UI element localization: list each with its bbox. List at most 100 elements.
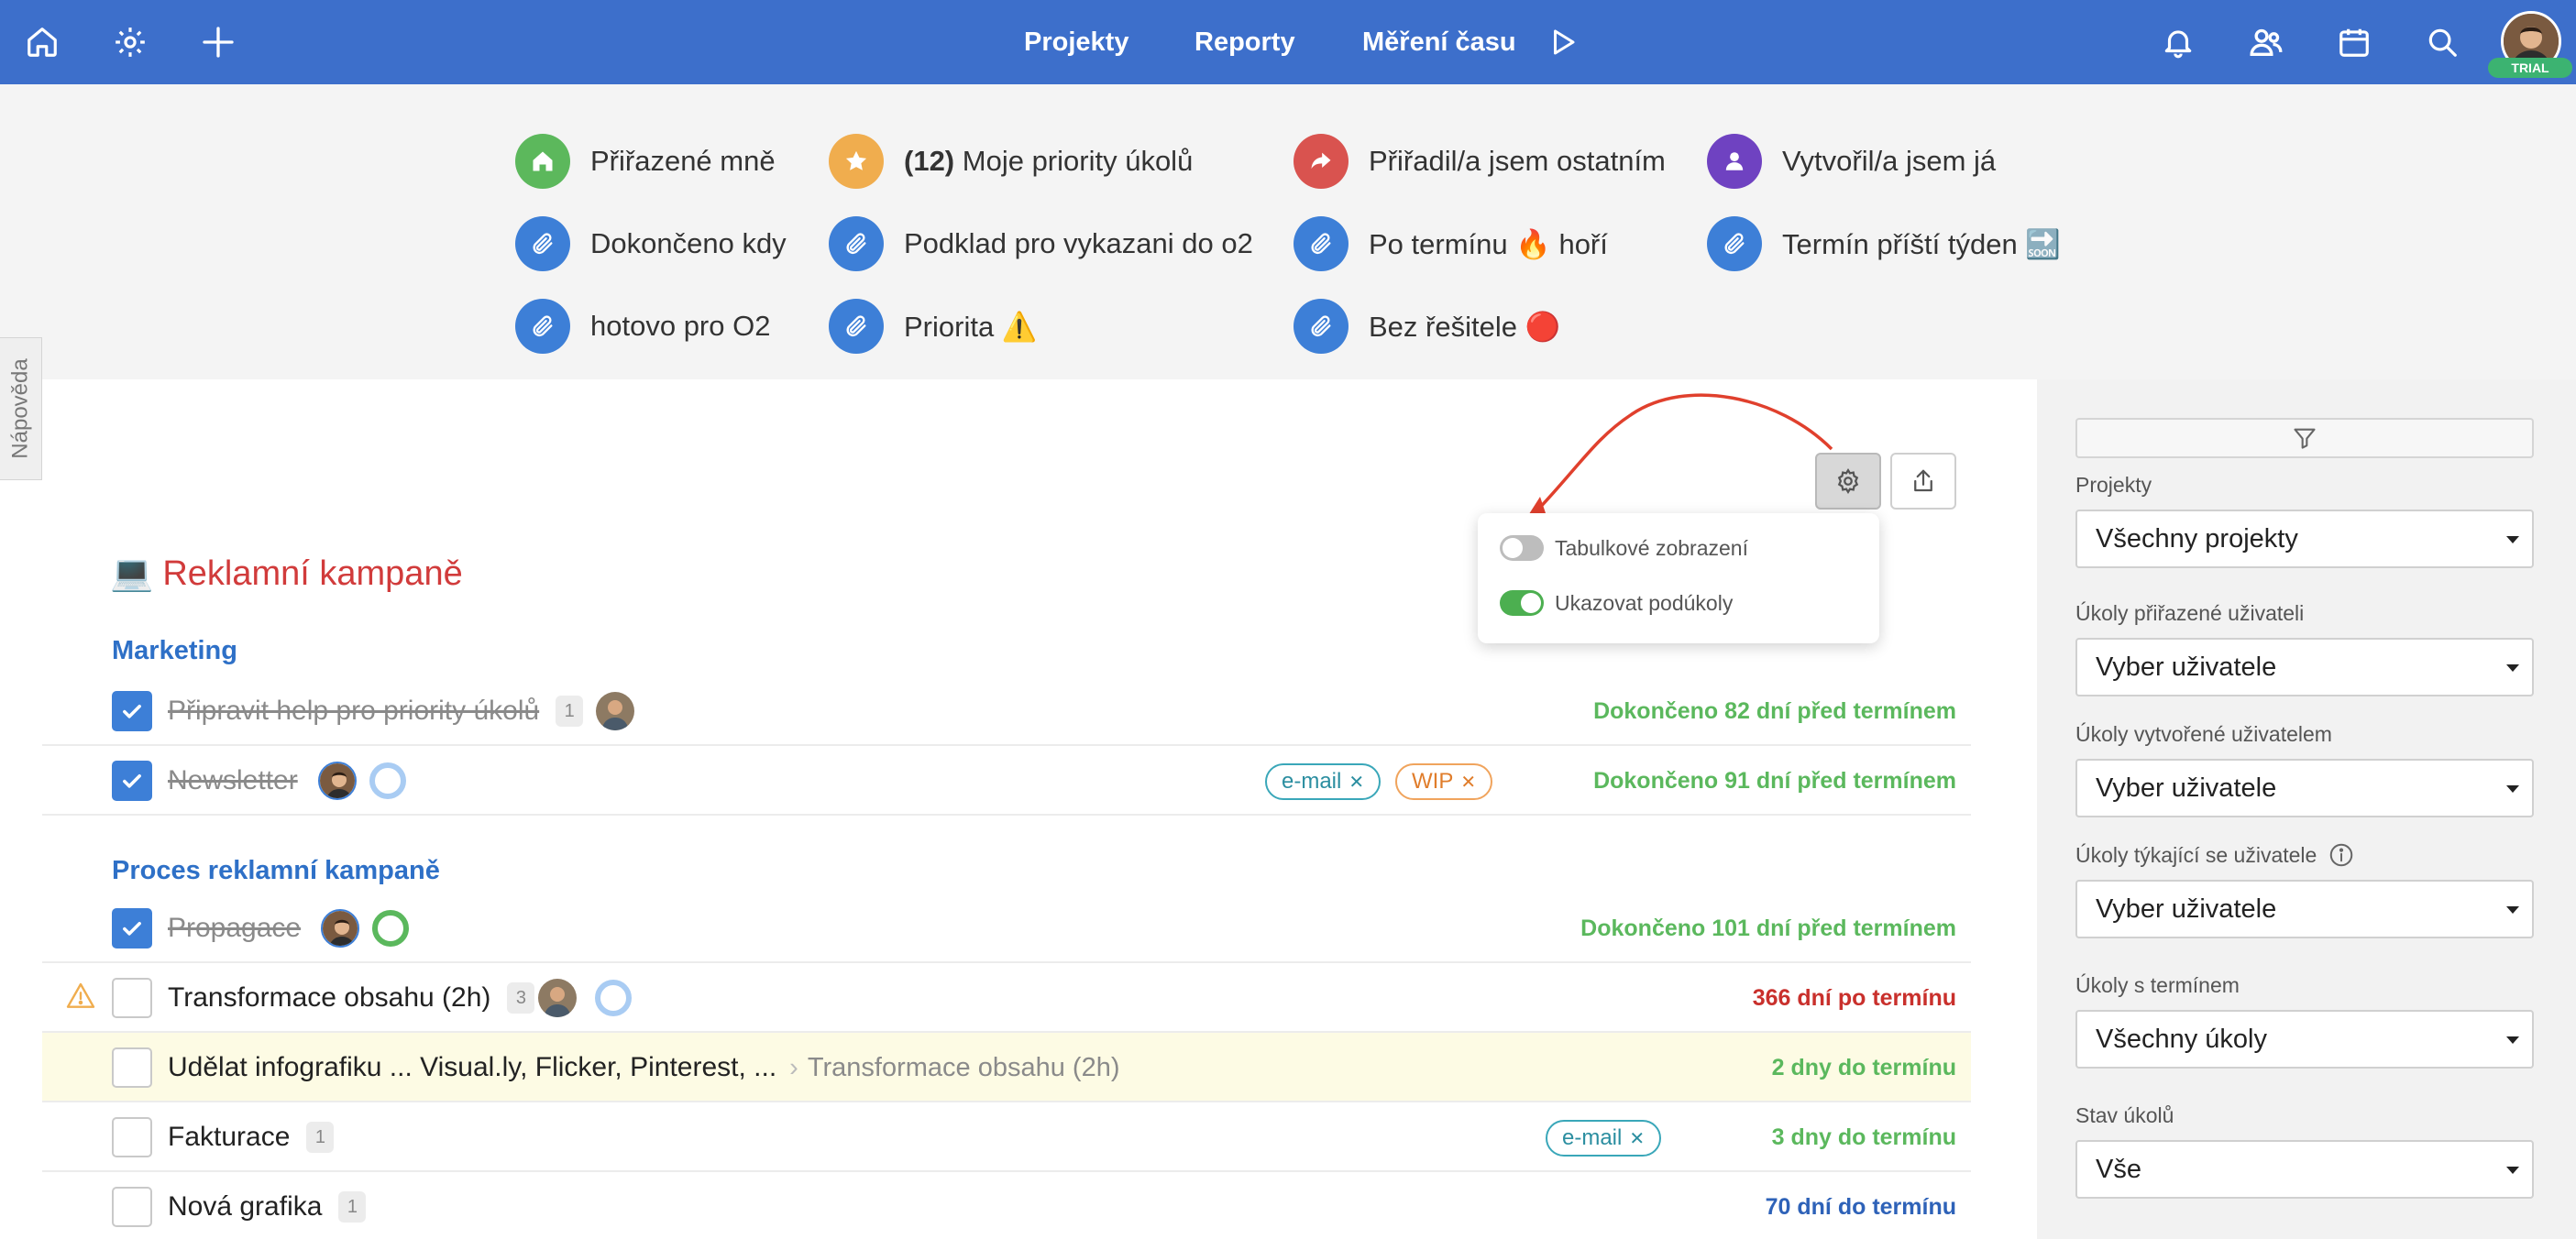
bell-icon[interactable] [2152, 16, 2204, 68]
section-title[interactable]: Proces reklamní kampaně [112, 856, 440, 886]
task-checkbox[interactable] [112, 978, 152, 1018]
projects-select[interactable]: Všechny projekty [2075, 510, 2534, 568]
home-icon[interactable] [17, 16, 68, 68]
filter-my-priorities[interactable]: (12) Moje priority úkolů [829, 134, 1193, 189]
toggle-switch[interactable] [1500, 590, 1544, 616]
assigned-user-select[interactable]: Vyber uživatele [2075, 638, 2534, 696]
task-checkbox[interactable] [112, 761, 152, 801]
trial-badge: TRIAL [2488, 58, 2572, 78]
task-checkbox[interactable] [112, 1047, 152, 1088]
task-name[interactable]: Udělat infografiku ... Visual.ly, Flicke… [168, 1033, 1119, 1102]
task-name[interactable]: Připravit help pro priority úkolů 1 [168, 676, 635, 746]
play-icon[interactable] [1536, 16, 1588, 68]
task-status: 3 dny do termínu [1771, 1124, 1956, 1150]
share-icon [1914, 469, 1932, 492]
view-options-popover: Tabulkové zobrazení Ukazovat podúkoly [1478, 513, 1879, 643]
toggle-table-view[interactable]: Tabulkové zobrazení [1500, 530, 1748, 566]
nav-projects[interactable]: Projekty [1024, 0, 1128, 84]
calendar-icon[interactable] [2328, 16, 2380, 68]
task-state-select[interactable]: Vše [2075, 1140, 2534, 1199]
caret-down-icon [2506, 1036, 2519, 1044]
table-row: Fakturace 1 e-mail ✕ 3 dny do termínu [42, 1102, 1971, 1172]
filter-unassigned[interactable]: Bez řešitele 🔴 [1294, 299, 1560, 354]
related-user-select[interactable]: Vyber uživatele [2075, 880, 2534, 938]
task-name-text: Fakturace [168, 1122, 291, 1152]
task-checkbox[interactable] [112, 1187, 152, 1227]
filter-icon [2294, 428, 2316, 449]
warning-icon [66, 981, 95, 1014]
task-checkbox[interactable] [112, 1117, 152, 1157]
avatar[interactable] [321, 909, 360, 948]
tag-email[interactable]: e-mail ✕ [1546, 1120, 1662, 1157]
avatar[interactable] [538, 979, 578, 1017]
users-icon[interactable] [2240, 16, 2292, 68]
close-icon[interactable]: ✕ [1460, 771, 1476, 794]
task-status: 2 dny do termínu [1771, 1054, 1956, 1080]
filter-o2-basis[interactable]: Podklad pro vykazani do o2 [829, 216, 1253, 271]
plus-icon[interactable] [193, 16, 244, 68]
tag-wip[interactable]: WIP ✕ [1395, 763, 1493, 800]
filter-label: Přiřadil/a jsem ostatním [1369, 145, 1666, 177]
avatar[interactable] [596, 692, 635, 730]
task-name[interactable]: Newsletter [168, 746, 406, 816]
task-name[interactable]: Fakturace 1 [168, 1102, 335, 1172]
filter-overdue[interactable]: Po termínu 🔥 hoří [1294, 216, 1608, 271]
created-by-user-select[interactable]: Vyber uživatele [2075, 759, 2534, 817]
filter-assigned-to-me[interactable]: Přiřazené mně [515, 134, 776, 189]
field-label-text: Úkoly týkající se uživatele [2075, 842, 2317, 867]
section-title[interactable]: Marketing [112, 636, 237, 666]
field-label: Stav úkolů [2075, 1103, 2174, 1127]
task-name[interactable]: Transformace obsahu (2h) 3 [168, 963, 633, 1033]
task-checkbox[interactable] [112, 691, 152, 731]
filter-completed-when[interactable]: Dokončeno kdy [515, 216, 787, 271]
task-name-text: Transformace obsahu (2h) [168, 982, 491, 1013]
task-name[interactable]: Propagace [168, 894, 410, 963]
select-value: Vyber uživatele [2096, 773, 2277, 803]
task-status: Dokončeno 101 dní před termínem [1580, 915, 1956, 941]
filter-priority[interactable]: Priorita ⚠️ [829, 299, 1037, 354]
filter-label: Termín příští týden 🔜 [1782, 227, 2061, 260]
apply-filter-button[interactable] [2075, 418, 2534, 458]
subtask-count: 1 [556, 696, 584, 727]
toggle-switch[interactable] [1500, 535, 1544, 561]
annotation-arrow [1527, 393, 1833, 517]
tag-label: e-mail [1562, 1125, 1623, 1150]
project-title[interactable]: 💻 Reklamní kampaně [110, 548, 463, 599]
parent-task-name: Transformace obsahu (2h) [807, 1052, 1120, 1082]
close-icon[interactable]: ✕ [1349, 771, 1364, 794]
settings-icon[interactable] [105, 16, 156, 68]
due-date-select[interactable]: Všechny úkoly [2075, 1010, 2534, 1069]
filter-done-for-o2[interactable]: hotovo pro O2 [515, 299, 770, 354]
filter-label: Bez řešitele 🔴 [1369, 310, 1561, 343]
caret-down-icon [2506, 536, 2519, 543]
filter-label: Po termínu 🔥 hoří [1369, 227, 1608, 260]
user-icon [1707, 134, 1762, 189]
filter-assigned-to-others[interactable]: Přiřadil/a jsem ostatním [1294, 134, 1666, 189]
share-icon [1294, 134, 1349, 189]
task-name-text: Udělat infografiku ... Visual.ly, Flicke… [168, 1052, 777, 1082]
task-name[interactable]: Nová grafika 1 [168, 1172, 367, 1239]
help-tab[interactable]: Nápověda [0, 337, 42, 480]
nav-time-tracking[interactable]: Měření času [1362, 0, 1516, 84]
avatar[interactable] [317, 762, 357, 800]
progress-ring [369, 762, 406, 799]
toggle-show-subtasks[interactable]: Ukazovat podúkoly [1500, 585, 1733, 621]
task-checkbox[interactable] [112, 908, 152, 948]
tag-label: e-mail [1282, 769, 1342, 794]
nav-reports[interactable]: Reporty [1194, 0, 1295, 84]
filter-due-next-week[interactable]: Termín příští týden 🔜 [1707, 216, 2061, 271]
select-value: Vyber uživatele [2096, 652, 2277, 682]
filter-label: Dokončeno kdy [590, 227, 787, 259]
search-icon[interactable] [2416, 16, 2468, 68]
caret-down-icon [2506, 664, 2519, 672]
filter-created-by-me[interactable]: Vytvořil/a jsem já [1707, 134, 1996, 189]
home-icon [515, 134, 570, 189]
close-icon[interactable]: ✕ [1629, 1127, 1645, 1150]
info-icon[interactable] [2328, 841, 2355, 869]
export-button[interactable] [1890, 453, 1956, 510]
filter-label: Moje priority úkolů [962, 145, 1194, 177]
field-label: Projekty [2075, 473, 2152, 497]
parent-task-link[interactable]: › Transformace obsahu (2h) [789, 1053, 1119, 1083]
tag-email[interactable]: e-mail ✕ [1265, 763, 1382, 800]
subtask-count: 3 [507, 982, 535, 1014]
